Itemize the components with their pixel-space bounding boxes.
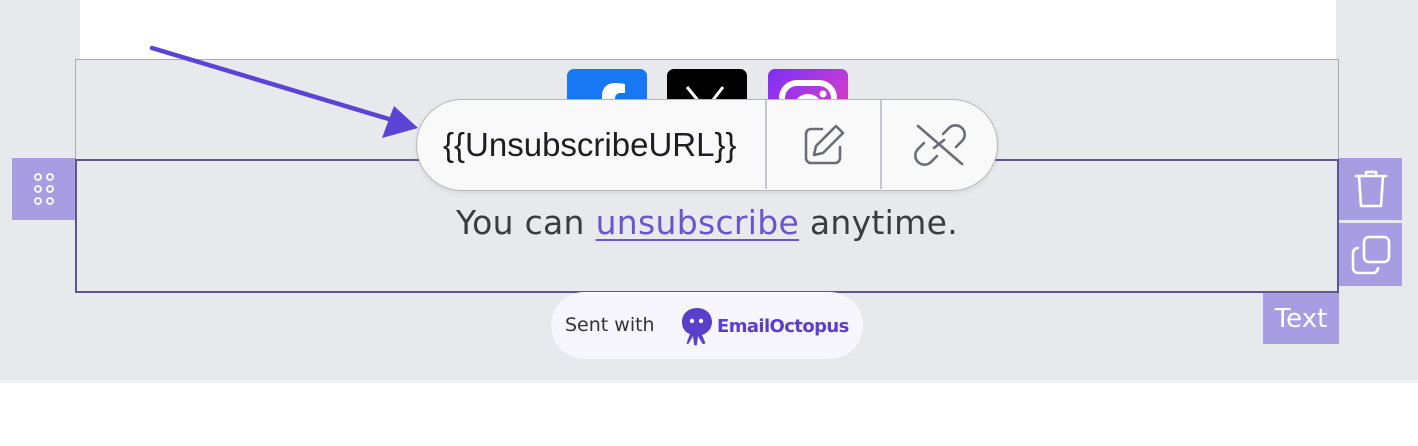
sent-with-text: Sent with [565, 314, 655, 336]
footer-text-prefix: You can [456, 203, 596, 242]
drag-handle[interactable] [12, 158, 75, 220]
unsubscribe-link[interactable]: unsubscribe [596, 203, 800, 242]
brand-logo: EmailOctopus [679, 306, 849, 346]
grip-dots-icon [33, 173, 54, 205]
octopus-logo-icon [682, 308, 712, 346]
edit-link-button[interactable] [767, 100, 880, 189]
footer-text[interactable]: You can unsubscribe anytime. [77, 203, 1337, 242]
email-body-top [80, 0, 1336, 60]
remove-link-button[interactable] [882, 100, 997, 189]
footer-text-suffix: anytime. [799, 203, 958, 242]
link-url-text[interactable]: {{UnsubscribeURL}} [443, 100, 737, 189]
trash-icon [1354, 170, 1387, 208]
delete-block-button[interactable] [1339, 158, 1402, 220]
sent-with-badge[interactable]: Sent with EmailOctopus [551, 292, 863, 359]
canvas-divider [0, 380, 1418, 383]
duplicate-block-button[interactable] [1339, 223, 1402, 286]
broken-link-icon [913, 123, 966, 166]
pencil-square-icon [804, 124, 844, 164]
copy-icon [1351, 235, 1390, 274]
link-popover: {{UnsubscribeURL}} [416, 99, 998, 191]
brand-name: EmailOctopus [717, 315, 849, 337]
block-type-label: Text [1263, 293, 1339, 344]
